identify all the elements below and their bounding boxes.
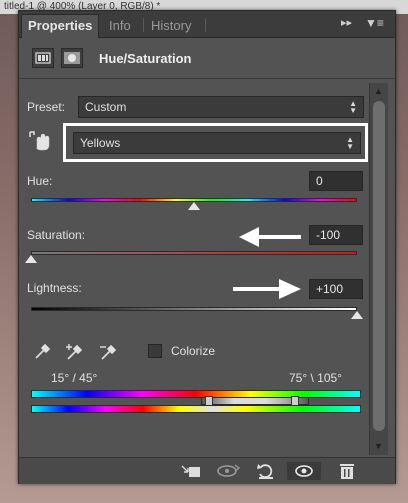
panel-menu-icon[interactable]: ▼≡ <box>365 16 384 30</box>
color-spectrum-top <box>31 390 361 398</box>
scroll-up-icon[interactable]: ▲ <box>374 86 383 96</box>
lightness-value-field[interactable]: +100 <box>309 279 363 299</box>
tab-properties[interactable]: Properties <box>21 14 100 38</box>
dropdown-arrows-icon: ▲ ▼ <box>349 99 357 115</box>
scroll-down-icon[interactable]: ▼ <box>374 441 383 451</box>
reset-icon[interactable] <box>255 462 277 480</box>
saturation-slider-track[interactable] <box>31 251 357 255</box>
properties-panel: Properties Info History ▸▸ ▼≡ Hue/Satura… <box>18 10 396 484</box>
panel-tab-bar: Properties Info History ▸▸ ▼≡ <box>19 11 395 38</box>
saturation-slider-thumb[interactable] <box>25 255 37 263</box>
panel-scrollbar[interactable]: ▲ ▼ <box>369 83 388 455</box>
saturation-value-field[interactable]: -100 <box>309 225 363 245</box>
colorize-checkbox[interactable] <box>148 344 162 358</box>
eyedropper-plus-icon[interactable] <box>65 341 87 368</box>
scrollbar-thumb[interactable] <box>373 101 385 431</box>
tab-history[interactable]: History <box>145 15 197 37</box>
eyedropper-icon[interactable] <box>33 341 53 366</box>
channel-value: Yellows <box>80 136 121 150</box>
panel-title: Hue/Saturation <box>99 51 192 66</box>
saturation-label: Saturation: <box>27 228 86 242</box>
hue-label: Hue: <box>27 174 53 188</box>
range-right-values: 75° \ 105° <box>289 371 342 385</box>
preset-label: Preset: <box>27 100 66 114</box>
adjustment-header: Hue/Saturation <box>19 38 395 79</box>
hue-slider-thumb[interactable] <box>188 202 200 210</box>
tab-separator <box>205 18 206 32</box>
tab-separator <box>143 18 144 32</box>
collapse-icon[interactable]: ▸▸ <box>341 16 352 29</box>
trash-icon[interactable] <box>337 462 357 480</box>
color-spectrum-bottom <box>31 405 361 413</box>
clip-to-layer-icon[interactable] <box>179 462 203 480</box>
view-previous-icon[interactable] <box>215 462 241 480</box>
mask-icon[interactable] <box>61 48 83 68</box>
colorize-label: Colorize <box>171 344 216 358</box>
eyedropper-minus-icon[interactable] <box>99 341 121 368</box>
annotation-arrow-icon <box>231 275 303 308</box>
channel-dropdown[interactable]: Yellows ▲ ▼ <box>73 132 361 154</box>
lightness-slider-thumb[interactable] <box>351 311 363 319</box>
hue-value-field[interactable]: 0 <box>309 171 363 191</box>
preset-dropdown[interactable]: Custom ▲ ▼ <box>78 96 364 118</box>
range-left-values: 15° / 45° <box>51 371 98 385</box>
preset-value: Custom <box>85 100 127 114</box>
adjustment-layer-icon[interactable] <box>32 48 54 68</box>
dropdown-arrows-icon: ▲ ▼ <box>346 135 354 151</box>
tab-info[interactable]: Info <box>103 15 137 37</box>
eye-icon[interactable] <box>287 462 321 480</box>
targeted-adjustment-icon[interactable] <box>27 129 55 153</box>
panel-footer-toolbar <box>19 457 395 484</box>
lightness-slider-track[interactable] <box>31 307 357 311</box>
lightness-label: Lightness: <box>27 281 82 295</box>
